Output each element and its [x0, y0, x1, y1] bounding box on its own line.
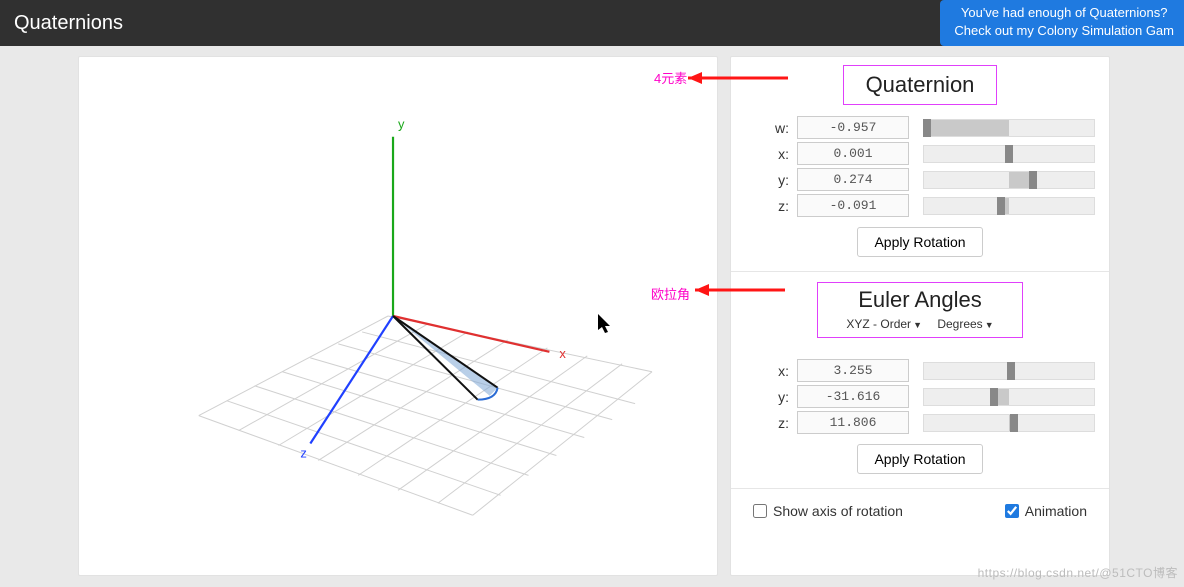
quat-x-input[interactable] — [797, 142, 909, 165]
grid-plane — [199, 316, 652, 515]
euler-y-input[interactable] — [797, 385, 909, 408]
euler-row-z: z: — [745, 411, 1095, 434]
euler-z-label: z: — [745, 415, 797, 431]
quaternion-title: Quaternion — [866, 72, 975, 98]
euler-x-input[interactable] — [797, 359, 909, 382]
quat-z-slider[interactable] — [923, 197, 1095, 215]
euler-z-slider[interactable] — [923, 414, 1095, 432]
euler-row-y: y: — [745, 385, 1095, 408]
vector-b — [393, 316, 478, 400]
page-title: Quaternions — [14, 12, 123, 35]
quat-z-input[interactable] — [797, 194, 909, 217]
watermark: https://blog.csdn.net/@51CTO博客 — [978, 564, 1178, 581]
axis-z-label: z — [300, 445, 306, 460]
promo-line1: You've had enough of Quaternions? — [954, 4, 1174, 22]
animation-checkbox[interactable] — [1005, 504, 1019, 518]
viz-card: y x z — [78, 56, 718, 576]
viz-canvas[interactable]: y x z — [79, 57, 717, 575]
section-divider-2 — [731, 488, 1109, 489]
quat-y-slider[interactable] — [923, 171, 1095, 189]
quat-w-label: w: — [745, 120, 797, 136]
vector-a — [393, 316, 498, 388]
quat-z-label: z: — [745, 198, 797, 214]
axis-y-label: y — [398, 117, 405, 132]
animation-option[interactable]: Animation — [1005, 503, 1087, 519]
euler-z-input[interactable] — [797, 411, 909, 434]
quaternion-rows: w: x: y: z: — [745, 116, 1095, 217]
show-axis-label: Show axis of rotation — [773, 503, 903, 519]
show-axis-checkbox[interactable] — [753, 504, 767, 518]
euler-y-label: y: — [745, 389, 797, 405]
show-axis-option[interactable]: Show axis of rotation — [753, 503, 903, 519]
controls-card: Quaternion w: x: y: z: — [730, 56, 1110, 576]
arrow-quaternion-icon — [688, 68, 800, 92]
euler-order-select[interactable]: XYZ - Order▼ — [846, 317, 922, 331]
euler-title: Euler Angles — [840, 287, 999, 313]
promo-banner[interactable]: You've had enough of Quaternions? Check … — [940, 0, 1184, 46]
euler-y-slider[interactable] — [923, 388, 1095, 406]
quat-row-w: w: — [745, 116, 1095, 139]
quat-w-slider[interactable] — [923, 119, 1095, 137]
annot-quaternion: 4元素 — [654, 68, 687, 87]
euler-x-label: x: — [745, 363, 797, 379]
axis-x-label: x — [559, 346, 566, 361]
options-row: Show axis of rotation Animation — [745, 499, 1095, 527]
quat-row-z: z: — [745, 194, 1095, 217]
quat-row-y: y: — [745, 168, 1095, 191]
quat-row-x: x: — [745, 142, 1095, 165]
workspace: y x z 4元素 欧拉角 Quaternion w: x: — [0, 46, 1184, 587]
arrow-euler-icon — [695, 280, 795, 304]
quat-x-label: x: — [745, 146, 797, 162]
euler-apply-button[interactable]: Apply Rotation — [857, 444, 982, 474]
animation-label: Animation — [1025, 503, 1087, 519]
annot-euler: 欧拉角 — [651, 284, 690, 303]
quat-y-input[interactable] — [797, 168, 909, 191]
quat-apply-button[interactable]: Apply Rotation — [857, 227, 982, 257]
quat-w-input[interactable] — [797, 116, 909, 139]
section-divider — [731, 271, 1109, 272]
cursor-icon — [598, 314, 614, 336]
quat-x-slider[interactable] — [923, 145, 1095, 163]
euler-x-slider[interactable] — [923, 362, 1095, 380]
euler-rows: x: y: z: — [745, 359, 1095, 434]
quat-y-label: y: — [745, 172, 797, 188]
euler-unit-select[interactable]: Degrees▼ — [937, 317, 993, 331]
euler-header: Euler Angles XYZ - Order▼ Degrees▼ — [745, 282, 1095, 346]
euler-row-x: x: — [745, 359, 1095, 382]
promo-line2: Check out my Colony Simulation Gam — [954, 22, 1174, 40]
